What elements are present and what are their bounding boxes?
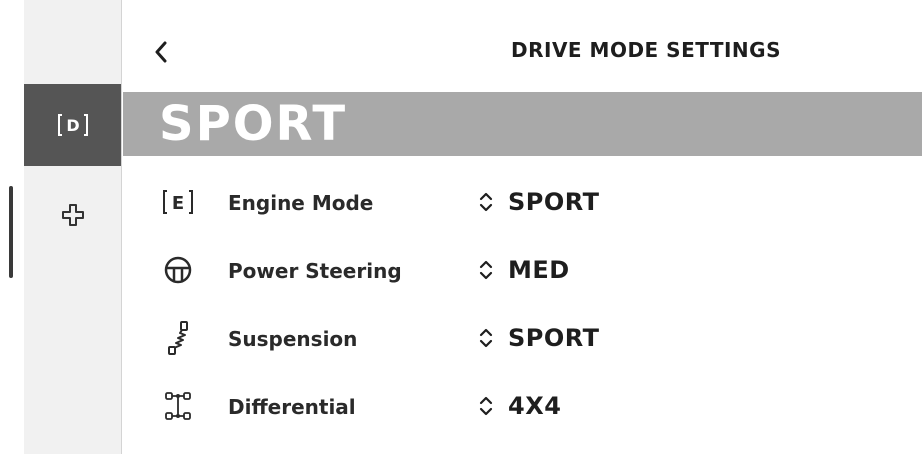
setting-row-engine-mode: E Engine Mode SPORT (160, 180, 860, 224)
mode-name: SPORT (159, 96, 348, 152)
setting-value: SPORT (508, 188, 600, 216)
suspension-icon (160, 320, 196, 356)
suspension-selector[interactable]: SPORT (478, 320, 600, 356)
drive-mode-icon: D (57, 114, 88, 136)
up-down-arrows-icon (478, 326, 494, 350)
power-steering-selector[interactable]: MED (478, 252, 570, 288)
mode-banner: SPORT (123, 92, 922, 156)
svg-text:D: D (66, 116, 79, 135)
sidebar: D (24, 0, 122, 454)
setting-value: SPORT (508, 324, 600, 352)
plus-outline-icon (61, 204, 84, 226)
differential-icon (160, 388, 196, 424)
up-down-arrows-icon (478, 258, 494, 282)
back-button[interactable] (149, 38, 173, 66)
setting-label: Differential (228, 395, 356, 419)
engine-mode-icon: E (160, 184, 196, 220)
setting-label: Suspension (228, 327, 358, 351)
up-down-arrows-icon (478, 394, 494, 418)
steering-wheel-icon (160, 252, 196, 288)
chevron-left-icon (155, 41, 167, 63)
engine-mode-selector[interactable]: SPORT (478, 184, 600, 220)
setting-row-suspension: Suspension SPORT (160, 316, 860, 360)
setting-label: Engine Mode (228, 191, 374, 215)
page-title: DRIVE MODE SETTINGS (511, 38, 781, 62)
differential-selector[interactable]: 4X4 (478, 388, 561, 424)
header: DRIVE MODE SETTINGS (123, 0, 922, 92)
setting-row-differential: Differential 4X4 (160, 384, 860, 428)
sidebar-item-drive-mode[interactable]: D (24, 84, 121, 166)
setting-label: Power Steering (228, 259, 402, 283)
scrollbar-thumb[interactable] (9, 186, 13, 278)
up-down-arrows-icon (478, 190, 494, 214)
setting-value: MED (508, 256, 570, 284)
setting-value: 4X4 (508, 392, 562, 420)
sidebar-item-add[interactable] (24, 170, 121, 260)
scrollbar-track[interactable] (0, 0, 24, 454)
svg-text:E: E (172, 193, 184, 214)
setting-row-power-steering: Power Steering MED (160, 248, 860, 292)
